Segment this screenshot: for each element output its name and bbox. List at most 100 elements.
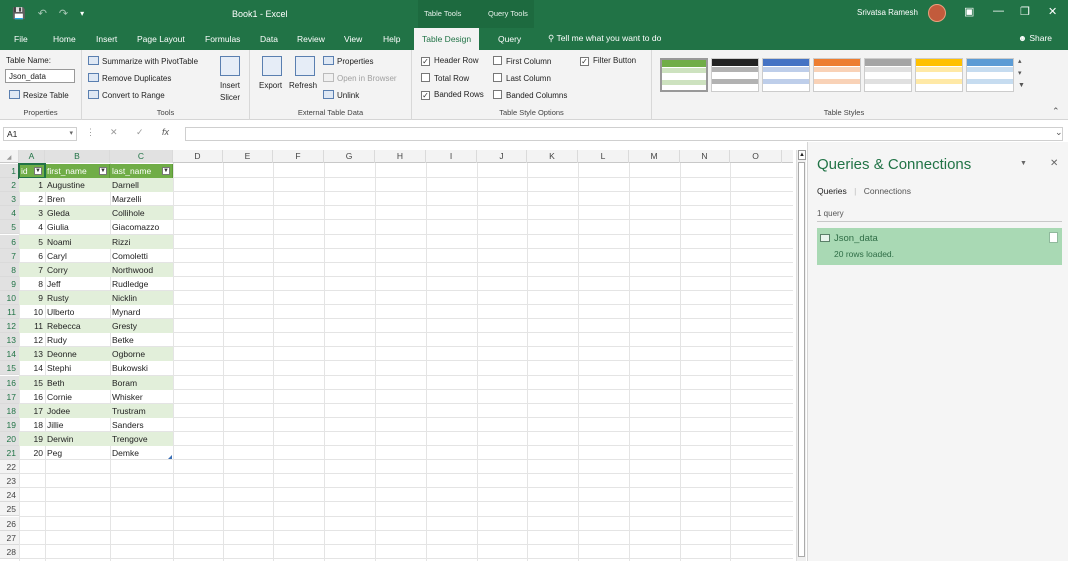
row-header[interactable]: 15 — [0, 361, 19, 376]
table-cell[interactable]: Boram — [110, 375, 173, 390]
column-header-K[interactable]: K — [527, 150, 578, 163]
row-header[interactable]: 17 — [0, 389, 19, 404]
filter-dropdown-icon[interactable]: ▼ — [162, 167, 170, 175]
tab-queries[interactable]: Queries — [817, 186, 847, 196]
table-cell[interactable]: Stephi — [45, 361, 110, 375]
vertical-scrollbar[interactable]: ▲ — [796, 150, 806, 561]
table-cell[interactable]: Bren — [45, 192, 110, 206]
table-cell[interactable]: 5 — [19, 234, 45, 249]
enter-icon[interactable]: ✓ — [136, 127, 144, 138]
summarize-pivot-button[interactable]: Summarize with PivotTable — [88, 56, 198, 66]
row-header[interactable]: 22 — [0, 460, 19, 475]
tell-me-box[interactable]: ⚲ Tell me what you want to do — [548, 33, 661, 44]
query-item[interactable]: Json_data 20 rows loaded. — [817, 228, 1062, 265]
table-style-swatch[interactable] — [813, 58, 861, 92]
table-cell[interactable]: 16 — [19, 390, 45, 404]
row-header[interactable]: 16 — [0, 375, 19, 390]
filter-dropdown-icon[interactable]: ▼ — [99, 167, 107, 175]
table-cell[interactable]: Northwood — [110, 262, 173, 277]
table-cell[interactable]: Gleda — [45, 206, 110, 221]
row-header[interactable]: 9 — [0, 276, 19, 291]
header-cell-last-name[interactable]: last_name ▼ — [110, 164, 173, 178]
table-cell[interactable]: 7 — [19, 262, 45, 277]
table-cell[interactable]: 18 — [19, 418, 45, 432]
cancel-icon[interactable]: ✕ — [110, 127, 118, 138]
refresh-icon[interactable] — [295, 56, 315, 76]
table-cell[interactable]: Nicklin — [110, 290, 173, 305]
column-header-O[interactable]: O — [730, 150, 782, 163]
header-row-checkbox[interactable]: ✓ Header Row — [421, 56, 478, 66]
slicer-icon[interactable] — [220, 56, 240, 76]
table-cell[interactable]: Sanders — [110, 418, 173, 432]
share-button[interactable]: ☻ Share — [1018, 33, 1052, 43]
tab-view[interactable]: View — [344, 34, 362, 44]
row-header[interactable]: 10 — [0, 290, 19, 305]
row-header[interactable]: 28 — [0, 544, 19, 559]
table-style-swatch[interactable] — [711, 58, 759, 92]
insert-slicer-button[interactable]: Insert Slicer — [218, 81, 242, 102]
convert-range-button[interactable]: Convert to Range — [88, 90, 165, 100]
column-header-B[interactable]: B — [45, 150, 110, 163]
table-cell[interactable]: 6 — [19, 249, 45, 263]
row-header[interactable]: 21 — [0, 446, 19, 460]
table-name-input[interactable]: Json_data — [5, 69, 75, 83]
table-cell[interactable]: Bukowski — [110, 361, 173, 375]
table-cell[interactable]: Comoletti — [110, 249, 173, 263]
column-header-F[interactable]: F — [273, 150, 324, 163]
worksheet-grid[interactable]: ◢ A B C D E F G H I J K L M N O 1 2 3 4 5 6 7 8 9 10 11 12 13 14 15 16… — [0, 150, 793, 561]
table-cell[interactable]: Gresty — [110, 319, 173, 334]
row-header[interactable]: 7 — [0, 248, 19, 263]
table-style-swatch[interactable] — [915, 58, 963, 92]
row-header[interactable]: 24 — [0, 488, 19, 503]
scroll-thumb[interactable] — [798, 162, 805, 557]
table-cell[interactable]: Demke — [110, 446, 173, 460]
unlink-button[interactable]: Unlink — [323, 90, 359, 100]
table-cell[interactable]: Jodee — [45, 403, 110, 418]
table-cell[interactable]: Whisker — [110, 390, 173, 404]
remove-duplicates-button[interactable]: Remove Duplicates — [88, 73, 171, 83]
table-cell[interactable]: 4 — [19, 220, 45, 234]
row-header[interactable]: 26 — [0, 516, 19, 531]
column-header-N[interactable]: N — [680, 150, 730, 163]
tab-file[interactable]: File — [14, 34, 28, 44]
row-header[interactable]: 1 — [0, 164, 19, 178]
header-cell-id[interactable]: id ▼ — [19, 164, 45, 178]
row-header[interactable]: 12 — [0, 319, 19, 334]
row-header[interactable]: 19 — [0, 417, 19, 432]
tab-query[interactable]: Query — [498, 34, 521, 44]
table-cell[interactable]: Rusty — [45, 290, 110, 305]
table-cell[interactable]: 13 — [19, 347, 45, 362]
table-cell[interactable]: Ulberto — [45, 305, 110, 319]
row-header[interactable]: 25 — [0, 502, 19, 517]
row-header[interactable]: 27 — [0, 530, 19, 545]
row-header[interactable]: 4 — [0, 206, 19, 221]
undo-icon[interactable]: ↶ — [38, 7, 47, 20]
pane-close-icon[interactable]: ✕ — [1050, 158, 1058, 169]
insert-function-icon[interactable]: fx — [162, 127, 169, 137]
banded-columns-checkbox[interactable]: Banded Columns — [493, 90, 567, 100]
table-cell[interactable]: 17 — [19, 403, 45, 418]
column-header-C[interactable]: C — [110, 150, 173, 163]
table-cell[interactable]: Augustine — [45, 178, 110, 193]
table-cell[interactable]: 9 — [19, 290, 45, 305]
table-cell[interactable]: 14 — [19, 361, 45, 375]
column-header-I[interactable]: I — [426, 150, 477, 163]
tab-insert[interactable]: Insert — [96, 34, 117, 44]
table-cell[interactable]: Deonne — [45, 347, 110, 362]
table-cell[interactable]: Jeff — [45, 277, 110, 291]
tab-connections[interactable]: Connections — [864, 186, 911, 196]
table-cell[interactable]: Corry — [45, 262, 110, 277]
table-cell[interactable]: Rizzi — [110, 234, 173, 249]
table-cell[interactable]: Rudy — [45, 333, 110, 347]
table-cell[interactable]: Giulia — [45, 220, 110, 234]
column-header-J[interactable]: J — [477, 150, 527, 163]
row-header[interactable]: 2 — [0, 178, 19, 193]
table-cell[interactable]: Derwin — [45, 431, 110, 446]
table-cell[interactable]: 2 — [19, 192, 45, 206]
column-header-A[interactable]: A — [19, 150, 45, 163]
table-cell[interactable]: Rebecca — [45, 319, 110, 334]
banded-rows-checkbox[interactable]: ✓ Banded Rows — [421, 90, 484, 100]
column-header-D[interactable]: D — [173, 150, 223, 163]
table-cell[interactable]: 8 — [19, 277, 45, 291]
table-cell[interactable]: Cornie — [45, 390, 110, 404]
